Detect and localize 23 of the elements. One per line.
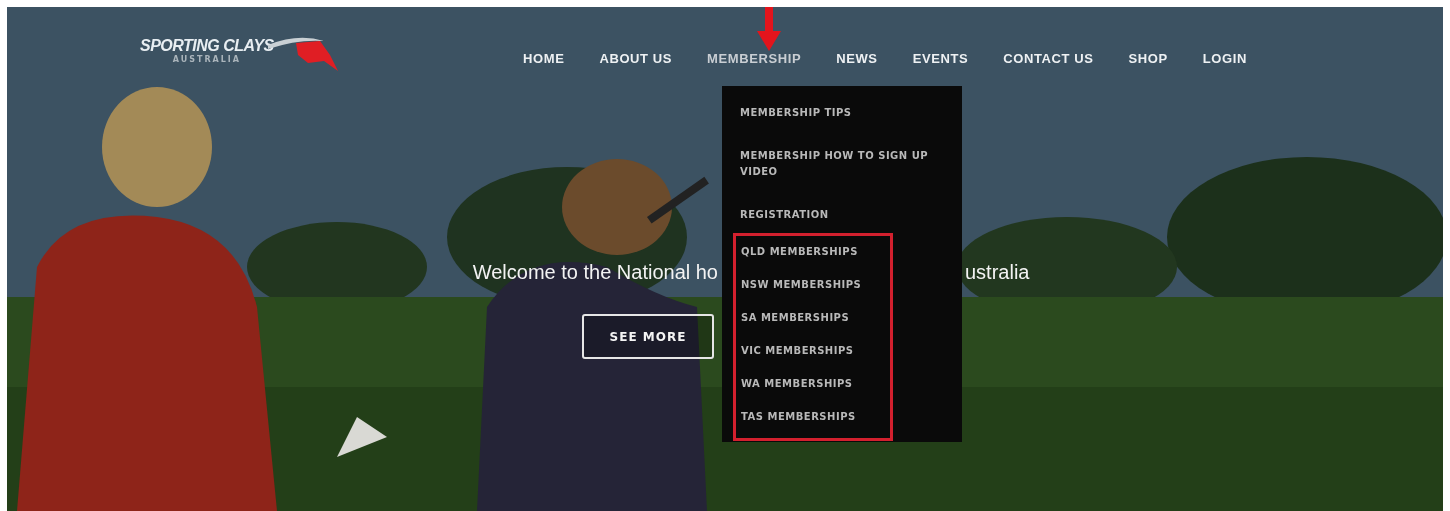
arrow-icon xyxy=(757,7,781,51)
nav-link[interactable]: ABOUT US xyxy=(599,50,673,66)
menu-item[interactable]: MEMBERSHIP TIPS xyxy=(722,100,962,126)
see-more-button[interactable]: SEE MORE xyxy=(582,314,714,359)
logo-subtitle: AUSTRALIA xyxy=(172,55,241,64)
menu-item[interactable]: REGISTRATION xyxy=(722,202,962,228)
nav-link[interactable]: LOGIN xyxy=(1202,50,1247,66)
menu-item[interactable]: VIC MEMBERSHIPS xyxy=(736,339,890,363)
menu-item[interactable]: MEMBERSHIP HOW TO SIGN UP VIDEO xyxy=(722,143,962,185)
nav-link[interactable]: MEMBERSHIP xyxy=(707,50,802,66)
nav-link[interactable]: EVENTS xyxy=(912,50,969,66)
nav-link[interactable]: SHOP xyxy=(1128,50,1168,66)
nav-link[interactable]: CONTACT US xyxy=(1003,50,1094,66)
menu-item[interactable]: SA MEMBERSHIPS xyxy=(736,306,890,330)
nav-link[interactable]: HOME xyxy=(523,50,565,66)
hero-headline: Welcome to the National ho xyxy=(471,260,718,284)
menu-item[interactable]: TAS MEMBERSHIPS xyxy=(736,405,890,429)
menu-item[interactable]: QLD MEMBERSHIPS xyxy=(736,240,890,264)
hero-headline: ustralia xyxy=(965,260,1030,284)
logo-text[interactable]: SPORTING CLAYS xyxy=(140,37,274,55)
menu-item[interactable]: NSW MEMBERSHIPS xyxy=(736,273,890,297)
menu-item[interactable]: WA MEMBERSHIPS xyxy=(736,372,890,396)
nav-link[interactable]: NEWS xyxy=(836,50,878,66)
